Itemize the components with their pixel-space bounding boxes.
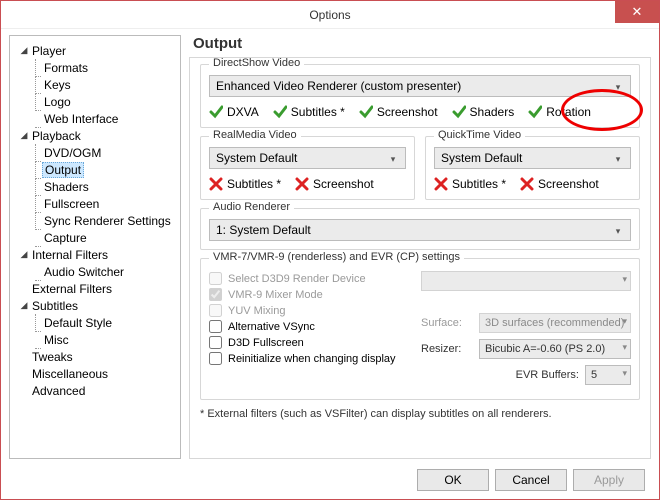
select-d3d9-checkbox: Select D3D9 Render Device	[209, 272, 411, 285]
x-icon	[209, 177, 223, 191]
tree-item[interactable]: Logo	[14, 93, 180, 110]
directshow-group: DirectShow Video Enhanced Video Renderer…	[200, 64, 640, 128]
qt-flag-screenshot: Screenshot	[520, 177, 599, 191]
tree-item[interactable]: Formats	[14, 59, 180, 76]
check-icon	[359, 105, 373, 119]
flag-dxva: DXVA	[209, 105, 259, 119]
options-window: Options ✕ ◢ Player Formats Keys Logo Web…	[0, 0, 660, 500]
directshow-combo[interactable]: Enhanced Video Renderer (custom presente…	[209, 75, 631, 97]
rm-flag-subtitles: Subtitles *	[209, 177, 281, 191]
evr-buffers-combo[interactable]: 5▾	[585, 365, 631, 385]
quicktime-combo[interactable]: System Default ▾	[434, 147, 631, 169]
evr-buffers-label: EVR Buffers:	[516, 369, 579, 381]
group-legend: DirectShow Video	[209, 57, 304, 69]
reinit-display-checkbox[interactable]: Reinitialize when changing display	[209, 352, 411, 365]
audio-renderer-combo[interactable]: 1: System Default ▾	[209, 219, 631, 241]
tree-item[interactable]: Keys	[14, 76, 180, 93]
tree-internal-filters[interactable]: ◢ Internal Filters	[14, 246, 180, 263]
check-icon	[452, 105, 466, 119]
vmr-group: VMR-7/VMR-9 (renderless) and EVR (CP) se…	[200, 258, 640, 400]
d3d-fullscreen-checkbox[interactable]: D3D Fullscreen	[209, 336, 411, 349]
directshow-flags: DXVA Subtitles * Screenshot Shaders Rota…	[209, 105, 631, 119]
realmedia-group: RealMedia Video System Default ▾ Subtitl…	[200, 136, 415, 200]
window-title: Options	[309, 8, 350, 22]
yuv-mixing-checkbox: YUV Mixing	[209, 304, 411, 317]
cancel-button[interactable]: Cancel	[495, 469, 567, 491]
group-legend: RealMedia Video	[209, 129, 301, 141]
tree-item[interactable]: Shaders	[14, 178, 180, 195]
tree-subtitles[interactable]: ◢ Subtitles	[14, 297, 180, 314]
chevron-down-icon: ▾	[385, 151, 401, 167]
flag-rotation: Rotation	[528, 105, 591, 119]
group-legend: Audio Renderer	[209, 201, 294, 213]
check-icon	[209, 105, 223, 119]
content-area: Output DirectShow Video Enhanced Video R…	[189, 35, 651, 459]
tree-player[interactable]: ◢ Player	[14, 42, 180, 59]
tree-item[interactable]: Fullscreen	[14, 195, 180, 212]
collapse-icon: ◢	[18, 45, 30, 56]
tree-advanced[interactable]: Advanced	[14, 382, 180, 399]
check-icon	[528, 105, 542, 119]
alt-vsync-checkbox[interactable]: Alternative VSync	[209, 320, 411, 333]
chevron-down-icon: ▾	[610, 79, 626, 95]
tree-item[interactable]: Audio Switcher	[14, 263, 180, 280]
quicktime-group: QuickTime Video System Default ▾ Subtitl…	[425, 136, 640, 200]
tree-miscellaneous[interactable]: Miscellaneous	[14, 365, 180, 382]
chevron-down-icon: ▾	[610, 151, 626, 167]
d3d9-device-combo: ▾	[421, 271, 631, 291]
tree-item[interactable]: Sync Renderer Settings	[14, 212, 180, 229]
dialog-buttons: OK Cancel Apply	[417, 469, 645, 491]
check-icon	[273, 105, 287, 119]
surface-combo: 3D surfaces (recommended)▾	[479, 313, 631, 333]
chevron-down-icon: ▾	[622, 368, 627, 379]
close-button[interactable]: ✕	[615, 1, 659, 23]
tree-item-output[interactable]: Output	[14, 161, 180, 178]
tree-item[interactable]: Capture	[14, 229, 180, 246]
chevron-down-icon: ▾	[610, 223, 626, 239]
nav-tree[interactable]: ◢ Player Formats Keys Logo Web Interface…	[9, 35, 181, 459]
collapse-icon: ◢	[18, 130, 30, 141]
qt-flag-subtitles: Subtitles *	[434, 177, 506, 191]
tree-external-filters[interactable]: External Filters	[14, 280, 180, 297]
resizer-label: Resizer:	[421, 343, 473, 355]
page-header: Output	[193, 35, 651, 52]
audio-renderer-group: Audio Renderer 1: System Default ▾	[200, 208, 640, 250]
mixer-mode-checkbox: VMR-9 Mixer Mode	[209, 288, 411, 301]
output-panel: DirectShow Video Enhanced Video Renderer…	[189, 57, 651, 459]
x-icon	[434, 177, 448, 191]
resizer-combo[interactable]: Bicubic A=-0.60 (PS 2.0)▾	[479, 339, 631, 359]
realmedia-combo[interactable]: System Default ▾	[209, 147, 406, 169]
tree-item[interactable]: DVD/OGM	[14, 144, 180, 161]
tree-item[interactable]: Misc	[14, 331, 180, 348]
rm-flag-screenshot: Screenshot	[295, 177, 374, 191]
collapse-icon: ◢	[18, 300, 30, 311]
apply-button: Apply	[573, 469, 645, 491]
group-legend: VMR-7/VMR-9 (renderless) and EVR (CP) se…	[209, 251, 464, 263]
surface-label: Surface:	[421, 317, 473, 329]
x-icon	[295, 177, 309, 191]
x-icon	[520, 177, 534, 191]
chevron-down-icon: ▾	[622, 316, 627, 327]
tree-item[interactable]: Default Style	[14, 314, 180, 331]
flag-screenshot: Screenshot	[359, 105, 438, 119]
close-icon: ✕	[632, 4, 643, 20]
tree-tweaks[interactable]: Tweaks	[14, 348, 180, 365]
tree-playback[interactable]: ◢ Playback	[14, 127, 180, 144]
chevron-down-icon: ▾	[622, 342, 627, 353]
ok-button[interactable]: OK	[417, 469, 489, 491]
flag-shaders: Shaders	[452, 105, 515, 119]
group-legend: QuickTime Video	[434, 129, 525, 141]
tree-item[interactable]: Web Interface	[14, 110, 180, 127]
footnote: * External filters (such as VSFilter) ca…	[200, 408, 640, 420]
flag-subtitles: Subtitles *	[273, 105, 345, 119]
collapse-icon: ◢	[18, 249, 30, 260]
titlebar: Options ✕	[1, 1, 659, 29]
chevron-down-icon: ▾	[622, 274, 627, 285]
